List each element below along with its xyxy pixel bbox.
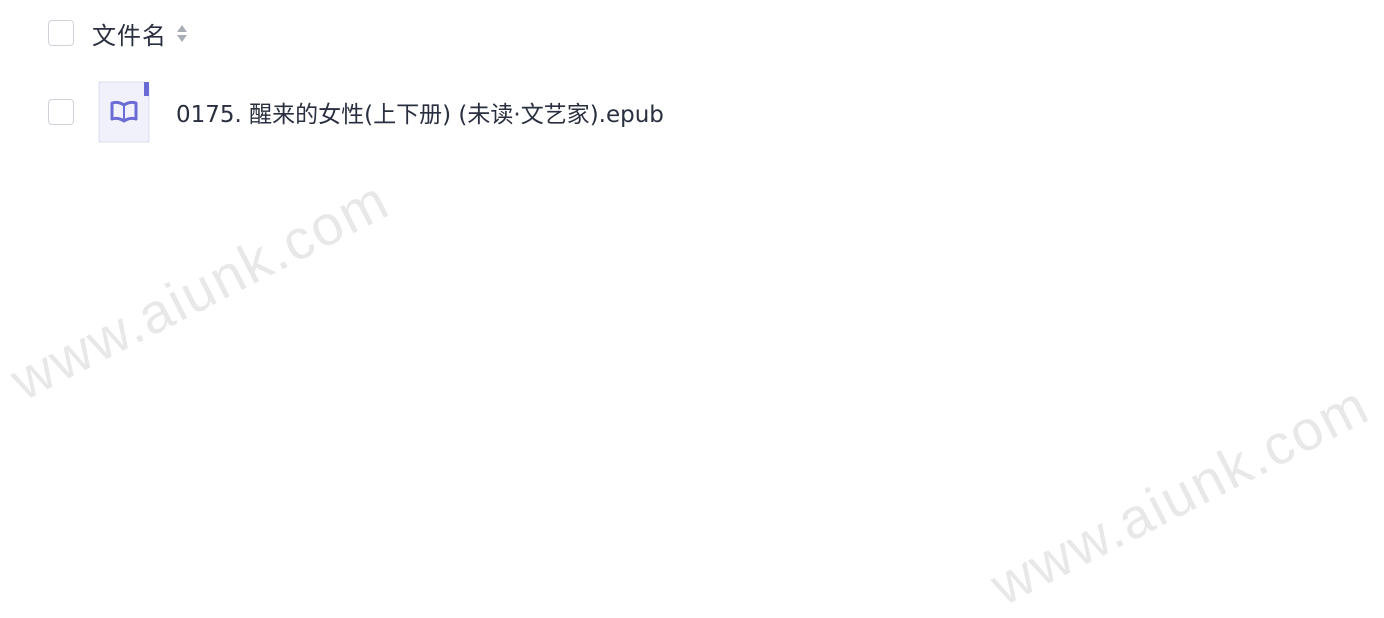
book-file-icon (98, 81, 150, 143)
file-name[interactable]: 0175. 醒来的女性(上下册) (未读·文艺家).epub (176, 95, 664, 129)
file-row-checkbox[interactable] (48, 99, 74, 125)
watermark: www.aiunk.com (0, 167, 399, 413)
file-row[interactable]: 0175. 醒来的女性(上下册) (未读·文艺家).epub (48, 80, 664, 144)
select-all-checkbox[interactable] (48, 20, 74, 46)
file-list-header: 文件名 (48, 16, 189, 51)
column-title-filename[interactable]: 文件名 (92, 16, 167, 51)
watermark: www.aiunk.com (980, 372, 1379, 618)
sort-icon[interactable] (175, 21, 189, 45)
